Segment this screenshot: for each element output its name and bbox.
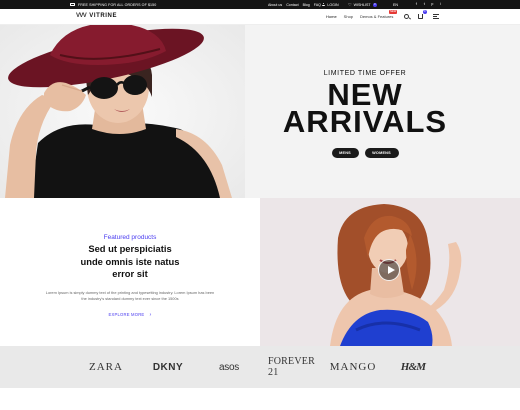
free-shipping-notice: FREE SHIPPING FOR ALL ORDERS OF $150 [70,3,156,7]
brand-logos-strip: ZARA DKNY asos FOREVER 21 MANGO H&M [0,346,520,388]
featured-title: Sed ut perspiciatis unde omnis iste natu… [36,243,224,281]
new-badge: NEW [388,10,398,14]
cart-count-badge: 0 [422,9,427,14]
top-link-faq[interactable]: FAQ [314,3,321,7]
chevron-right-icon: › [149,311,152,318]
hero-kicker: LIMITED TIME OFFER [323,70,407,77]
featured-desc-line2: the industry's standard dummy text ever … [81,295,179,301]
site-logo[interactable]: VVV VITRINE [76,13,117,19]
featured-desc-line1: Lorem Ipsum is simply dummy text of the … [45,289,215,295]
play-icon[interactable] [378,259,400,281]
featured-section: Featured products Sed ut perspiciatis un… [0,198,520,346]
featured-title-line2: unde omnis iste natus [80,255,180,267]
womens-button[interactable]: WOMENS [364,148,399,158]
hero-copy: LIMITED TIME OFFER NEW ARRIVALS MENS WOM… [250,70,480,158]
wishlist-label: WISHLIST [353,2,371,7]
hero-buttons: MENS WOMENS [250,148,480,158]
brand-logo-forever21[interactable]: FOREVER 21 [268,356,316,378]
featured-title-line1: Sed ut perspiciatis [88,243,172,254]
top-link-about[interactable]: About us [268,3,282,7]
featured-title-line3: error sit [112,268,148,279]
facebook-icon[interactable]: f [414,2,419,7]
wishlist-link[interactable]: ♡ WISHLIST 0 [348,2,378,8]
hero-banner: LIMITED TIME OFFER NEW ARRIVALS MENS WOM… [0,25,520,198]
explore-more-link[interactable]: EXPLORE MORE › [109,312,152,318]
featured-description: Lorem Ipsum is simply dummy text of the … [36,290,224,302]
hero-title: NEW ARRIVALS [250,79,480,139]
brand-logo-mango[interactable]: MANGO [328,359,378,375]
wishlist-count-badge: 0 [372,2,378,7]
social-links: f t p i [414,2,443,7]
nav-demos-label: Demos & Features [360,14,394,19]
mens-button[interactable]: MENS [331,148,359,158]
site-header: VVV VITRINE Home Shop Demos & Features N… [0,9,520,25]
page-bottom-spacer [0,388,520,410]
instagram-icon[interactable]: i [438,2,443,7]
login-link[interactable]: LOGIN [322,3,339,7]
user-icon [322,2,326,7]
featured-video[interactable] [260,198,520,346]
login-label: LOGIN [327,2,339,7]
heart-icon: ♡ [348,2,352,8]
logo-mark: VVV [76,12,87,19]
top-links: About us Contact Blog FAQ [268,3,321,7]
cart-icon[interactable]: 0 [418,9,427,19]
explore-more-label: EXPLORE MORE [108,312,145,317]
brand-logo-asos[interactable]: asos [214,359,244,375]
hero-model-photo [0,25,245,198]
featured-label: Featured products [103,234,157,241]
language-selector[interactable]: EN [393,3,398,7]
top-link-contact[interactable]: Contact [286,3,298,7]
featured-copy: Featured products Sed ut perspiciatis un… [36,234,224,321]
brand-logo-dkny[interactable]: DKNY [148,359,188,375]
logo-name: VITRINE [89,12,118,19]
top-announcement-bar: FREE SHIPPING FOR ALL ORDERS OF $150 Abo… [0,0,520,9]
hero-title-line2: ARRIVALS [282,104,448,139]
main-nav: Home Shop Demos & Features NEW [326,10,398,19]
top-link-blog[interactable]: Blog [303,3,310,7]
truck-icon [70,3,75,6]
free-shipping-text: FREE SHIPPING FOR ALL ORDERS OF $150 [78,2,157,7]
nav-home[interactable]: Home [326,14,337,19]
twitter-icon[interactable]: t [422,2,427,7]
search-icon[interactable] [404,13,409,19]
menu-icon[interactable] [433,14,439,19]
pinterest-icon[interactable]: p [430,2,435,7]
nav-shop[interactable]: Shop [344,14,353,19]
brand-logo-hm[interactable]: H&M [401,359,426,375]
brand-logo-zara[interactable]: ZARA [88,359,124,375]
nav-demos-features[interactable]: Demos & Features NEW [360,10,398,19]
